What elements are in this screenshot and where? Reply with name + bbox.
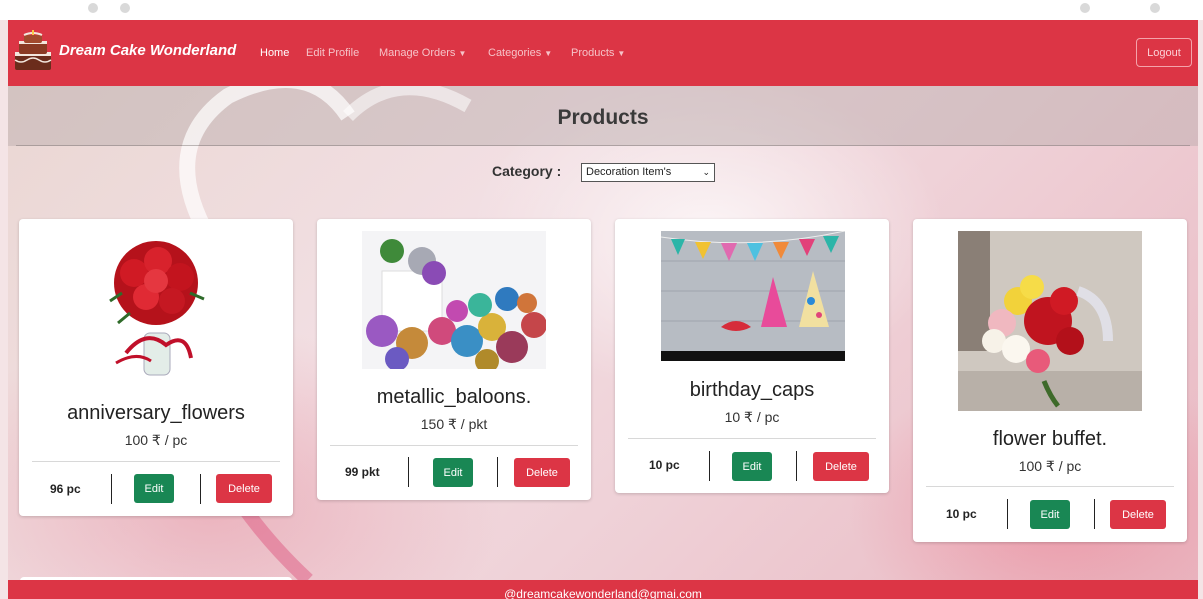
nav-home[interactable]: Home [260, 47, 289, 59]
nav-edit-profile[interactable]: Edit Profile [306, 47, 359, 59]
card-divider [628, 438, 876, 439]
caret-down-icon: ▼ [544, 48, 553, 58]
card-separator [1094, 499, 1095, 529]
product-card: birthday_caps 10 ₹ / pc 10 pc Edit Delet… [615, 219, 889, 493]
product-card: anniversary_flowers 100 ₹ / pc 96 pc Edi… [19, 219, 293, 516]
category-select[interactable]: Decoration Item's ⌄ [581, 163, 715, 182]
footer: @dreamcakewonderland@gmai.com [8, 580, 1198, 599]
product-price: 10 ₹ / pc [724, 409, 780, 425]
product-stock: 10 pc [946, 507, 977, 521]
nav-products[interactable]: Products ▼ [571, 47, 625, 59]
product-card: metallic_baloons. 150 ₹ / pkt 99 pkt Edi… [317, 219, 591, 500]
card-divider [32, 461, 280, 462]
product-stock: 96 pc [50, 482, 81, 496]
browser-extension-icon[interactable] [1080, 3, 1090, 13]
delete-button[interactable]: Delete [1110, 500, 1166, 529]
nav-categories[interactable]: Categories ▼ [488, 47, 552, 59]
party-caps-image [661, 231, 845, 361]
brand-name[interactable]: Dream Cake Wonderland [59, 42, 236, 59]
caret-down-icon: ▼ [458, 48, 467, 58]
browser-back-icon[interactable] [88, 3, 98, 13]
product-price: 100 ₹ / pc [124, 432, 188, 448]
footer-email[interactable]: @dreamcakewonderland@gmai.com [504, 587, 702, 599]
product-name: birthday_caps [689, 379, 815, 401]
cake-icon[interactable] [12, 30, 54, 74]
card-separator [408, 457, 409, 487]
product-name: anniversary_flowers [67, 402, 245, 424]
card-separator [111, 474, 112, 504]
nav-categories-label: Categories [488, 47, 542, 59]
edit-button[interactable]: Edit [134, 474, 174, 503]
flower-bouquet-image [958, 231, 1142, 411]
product-price: 150 ₹ / pkt [420, 416, 488, 432]
delete-button[interactable]: Delete [514, 458, 570, 487]
browser-reload-icon[interactable] [120, 3, 130, 13]
browser-toolbar-strip [0, 0, 1203, 20]
edit-button[interactable]: Edit [433, 458, 473, 487]
balloons-image [362, 231, 546, 369]
page-title: Products [557, 106, 649, 129]
browser-profile-icon[interactable] [1150, 3, 1160, 13]
edit-button[interactable]: Edit [1030, 500, 1070, 529]
caret-down-icon: ▼ [617, 48, 626, 58]
title-divider [16, 145, 1190, 146]
nav-manage-orders-label: Manage Orders [379, 47, 456, 59]
card-divider [330, 445, 578, 446]
nav-manage-orders[interactable]: Manage Orders ▼ [379, 47, 466, 59]
card-separator [497, 457, 498, 487]
product-stock: 10 pc [649, 458, 680, 472]
product-card: flower buffet. 100 ₹ / pc 10 pc Edit Del… [913, 219, 1187, 542]
logout-button[interactable]: Logout [1136, 38, 1192, 67]
product-price: 100 ₹ / pc [1018, 458, 1082, 474]
card-separator [1007, 499, 1008, 529]
card-divider [926, 486, 1174, 487]
card-separator [200, 474, 201, 504]
category-select-value: Decoration Item's [586, 166, 672, 178]
products-main: Products Category : Decoration Item's ⌄ … [8, 86, 1198, 580]
delete-button[interactable]: Delete [813, 452, 869, 481]
chevron-down-icon: ⌄ [702, 167, 710, 177]
card-separator [796, 451, 797, 481]
card-separator [709, 451, 710, 481]
delete-button[interactable]: Delete [216, 474, 272, 503]
nav-products-label: Products [571, 47, 615, 59]
top-navbar: Dream Cake Wonderland Home Edit Profile … [8, 20, 1198, 86]
product-name: metallic_baloons. [376, 386, 532, 408]
product-name: flower buffet. [992, 428, 1108, 450]
edit-button[interactable]: Edit [732, 452, 772, 481]
category-label: Category : [492, 163, 562, 179]
rose-bouquet-image [109, 241, 205, 376]
product-stock: 99 pkt [345, 465, 380, 479]
